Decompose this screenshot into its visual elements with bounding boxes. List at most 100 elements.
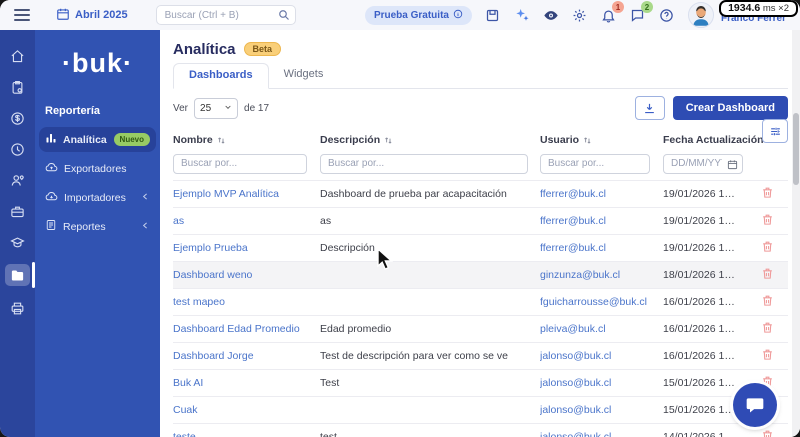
sidebar-item-label: Exportadores [64,162,127,175]
user-link[interactable]: fferrer@buk.cl [540,215,663,227]
clipboard-icon[interactable] [7,78,29,96]
filter-settings-button[interactable] [762,119,788,143]
column-header-fecha[interactable]: Fecha Actualización [663,134,764,146]
printer-icon[interactable] [7,299,29,317]
performance-overlay: 1934.6 ms ×2 [719,0,798,17]
user-link[interactable]: ginzunza@buk.cl [540,269,663,281]
save-icon[interactable] [485,7,501,23]
create-dashboard-button[interactable]: Crear Dashboard [672,96,788,120]
dashboard-link[interactable]: Cuak [173,404,320,416]
beta-badge: Beta [243,42,282,56]
dashboard-link[interactable]: Dashboard Edad Promedio [173,323,320,335]
perf-suffix: ms ×2 [762,3,789,14]
payments-icon[interactable] [7,109,29,127]
dashboard-link[interactable]: as [173,215,320,227]
education-icon[interactable] [7,233,29,251]
sparkles-icon[interactable] [514,7,530,23]
report-icon [45,219,57,234]
cloud-download-icon [45,190,58,206]
delete-button[interactable] [759,319,776,339]
trial-badge[interactable]: Prueba Gratuita [364,5,472,25]
table-row: as as fferrer@buk.cl 19/01/2026 12:23 [173,208,788,235]
chevron-left-icon [141,221,150,233]
briefcase-icon[interactable] [7,202,29,220]
employee-icon[interactable] [7,171,29,189]
column-header-nombre[interactable]: Nombre [173,134,320,146]
delete-button[interactable] [759,427,776,437]
tab-dashboards[interactable]: Dashboards [173,63,269,89]
column-header-descripcion[interactable]: Descripción [320,134,540,146]
hamburger-menu-icon[interactable] [14,9,30,21]
sort-icon [385,137,392,143]
user-link[interactable]: fferrer@buk.cl [540,188,663,200]
delete-button[interactable] [759,211,776,231]
clock-icon[interactable] [7,140,29,158]
filter-row [173,153,788,174]
column-header-usuario[interactable]: Usuario [540,134,663,146]
table-row: Ejemplo MVP Analítica Dashboard de prueb… [173,181,788,208]
delete-button[interactable] [759,265,776,285]
dashboard-link[interactable]: Ejemplo Prueba [173,242,320,254]
avatar[interactable] [687,2,714,28]
filter-usuario-input[interactable] [540,153,650,174]
filter-descripcion-input[interactable] [320,153,528,174]
table-row: Dashboard weno ginzunza@buk.cl 18/01/202… [173,262,788,289]
user-link[interactable]: fferrer@buk.cl [540,242,663,254]
topbar: Abril 2025 Prueba Gratuita 1 2 [0,0,800,30]
user-link[interactable]: jalonso@buk.cl [540,350,663,362]
calendar-icon [56,7,70,24]
delete-button[interactable] [759,238,776,258]
tab-widgets[interactable]: Widgets [269,63,339,88]
period-selector[interactable]: Abril 2025 [56,7,128,24]
filter-nombre-input[interactable] [173,153,307,174]
user-link[interactable]: pleiva@buk.cl [540,323,663,335]
sidebar-item-label: Reportes [63,220,106,233]
sort-icon [217,137,225,143]
dashboard-link[interactable]: Buk AI [173,377,320,389]
dashboard-link[interactable]: Dashboard Jorge [173,350,320,362]
dashboard-link[interactable]: Ejemplo MVP Analítica [173,188,320,200]
chevron-down-icon [224,103,232,114]
user-link[interactable]: fguicharrousse@buk.cl [540,296,663,308]
sidebar-item-importadores[interactable]: Importadores [39,185,156,210]
filter-icon [770,127,780,135]
buk-logo: ·buk· [62,48,133,78]
folder-icon[interactable] [5,262,35,288]
delete-button[interactable] [759,292,776,312]
sidebar-rail [0,30,35,437]
help-icon[interactable] [659,7,675,23]
sidebar-item-label: Analítica [63,133,107,146]
chat-fab-button[interactable] [733,383,777,427]
dashboard-link[interactable]: teste [173,431,320,437]
eye-icon[interactable] [543,7,559,23]
sidebar-item-label: Importadores [64,191,126,204]
bell-icon[interactable]: 1 [601,1,624,23]
dashboard-link[interactable]: test mapeo [173,296,320,308]
main-content: Analítica Beta Dashboards Widgets Ver 25… [160,30,800,437]
sidebar-item-analitica[interactable]: Analítica Nuevo [39,127,156,152]
table-body: Ejemplo MVP Analítica Dashboard de prueb… [173,180,788,437]
search-input[interactable] [155,5,296,26]
bar-chart-icon [45,132,57,147]
active-rail-indicator [32,262,35,288]
calendar-icon[interactable] [727,157,738,175]
user-link[interactable]: jalonso@buk.cl [540,404,663,416]
scrollbar[interactable] [792,30,800,437]
ver-label: Ver [173,102,189,114]
delete-button[interactable] [759,184,776,204]
user-link[interactable]: jalonso@buk.cl [540,377,663,389]
global-search [155,5,296,26]
gear-icon[interactable] [572,7,588,23]
delete-button[interactable] [759,346,776,366]
sidebar-item-exportadores[interactable]: Exportadores [39,156,156,181]
scrollbar-thumb[interactable] [793,113,799,185]
table-row: Ejemplo Prueba Descripción fferrer@buk.c… [173,235,788,262]
chat-icon[interactable]: 2 [630,1,653,23]
user-link[interactable]: jalonso@buk.cl [540,431,663,437]
sidebar-item-reportes[interactable]: Reportes [39,214,156,239]
dashboard-link[interactable]: Dashboard weno [173,269,320,281]
page-size-select[interactable]: 25 [194,97,239,119]
download-button[interactable] [634,96,665,120]
home-icon[interactable] [7,47,29,65]
message-badge: 2 [640,1,653,13]
